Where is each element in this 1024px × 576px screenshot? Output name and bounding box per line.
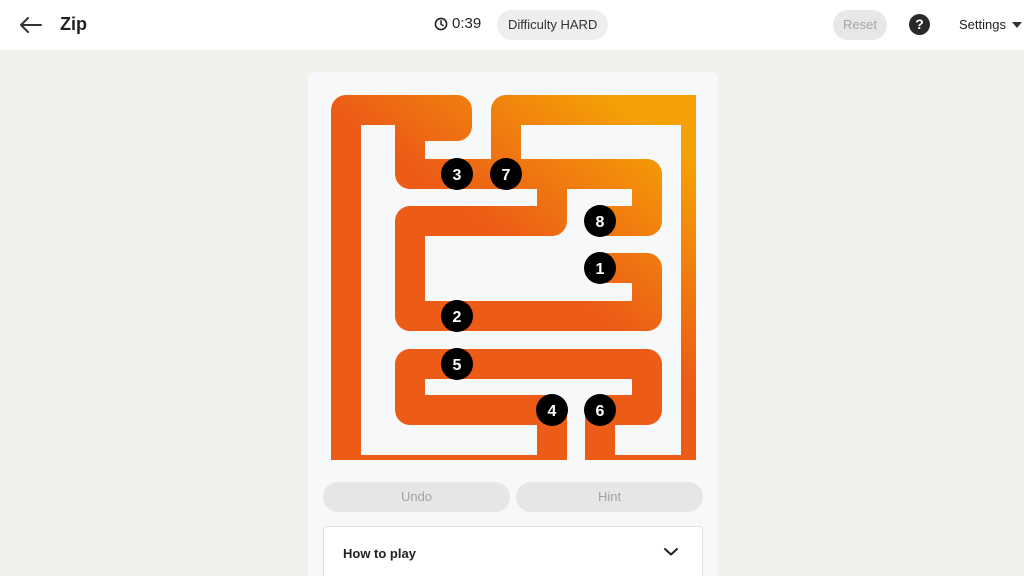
checkpoint-2: 2 <box>441 300 473 332</box>
top-bar: Zip 0:39 Difficulty HARD Reset ? Setting… <box>0 0 1024 50</box>
undo-button[interactable]: Undo <box>323 482 510 512</box>
checkpoint-5: 5 <box>441 348 473 380</box>
checkpoint-number: 3 <box>453 167 462 184</box>
solution-path <box>331 95 696 460</box>
back-arrow-icon[interactable] <box>16 11 46 39</box>
checkpoint-3: 3 <box>441 158 473 190</box>
checkpoint-number: 1 <box>596 261 605 278</box>
checkpoint-number: 8 <box>596 214 605 231</box>
checkpoint-7: 7 <box>490 158 522 190</box>
clock-icon <box>434 17 448 30</box>
checkpoint-8: 8 <box>584 205 616 237</box>
how-to-play-accordion[interactable]: How to play <box>323 526 703 576</box>
difficulty-badge: Difficulty HARD <box>497 10 609 40</box>
checkpoint-number: 5 <box>453 357 462 374</box>
page-title: Zip <box>60 14 87 34</box>
checkpoint-number: 4 <box>548 403 557 420</box>
reset-button[interactable]: Reset <box>833 10 887 40</box>
caret-down-icon <box>1011 21 1022 28</box>
settings-menu[interactable]: Settings <box>959 17 1022 32</box>
settings-label: Settings <box>959 17 1006 32</box>
checkpoint-6: 6 <box>584 394 616 426</box>
checkpoint-4: 4 <box>536 394 568 426</box>
checkpoint-number: 6 <box>596 403 605 420</box>
checkpoint-1: 1 <box>584 252 616 284</box>
checkpoint-number: 7 <box>502 167 511 184</box>
timer-value: 0:39 <box>452 15 482 32</box>
game-card: 1 2 3 4 5 6 7 8 Undo Hint How to play <box>308 72 718 576</box>
help-icon[interactable]: ? <box>909 14 930 35</box>
how-to-play-label: How to play <box>343 546 416 561</box>
checkpoint-number: 2 <box>453 309 462 326</box>
hint-button[interactable]: Hint <box>516 482 703 512</box>
puzzle-board[interactable]: 1 2 3 4 5 6 7 8 <box>330 94 696 460</box>
chevron-down-icon <box>664 548 678 556</box>
timer: 0:39 <box>434 15 481 32</box>
